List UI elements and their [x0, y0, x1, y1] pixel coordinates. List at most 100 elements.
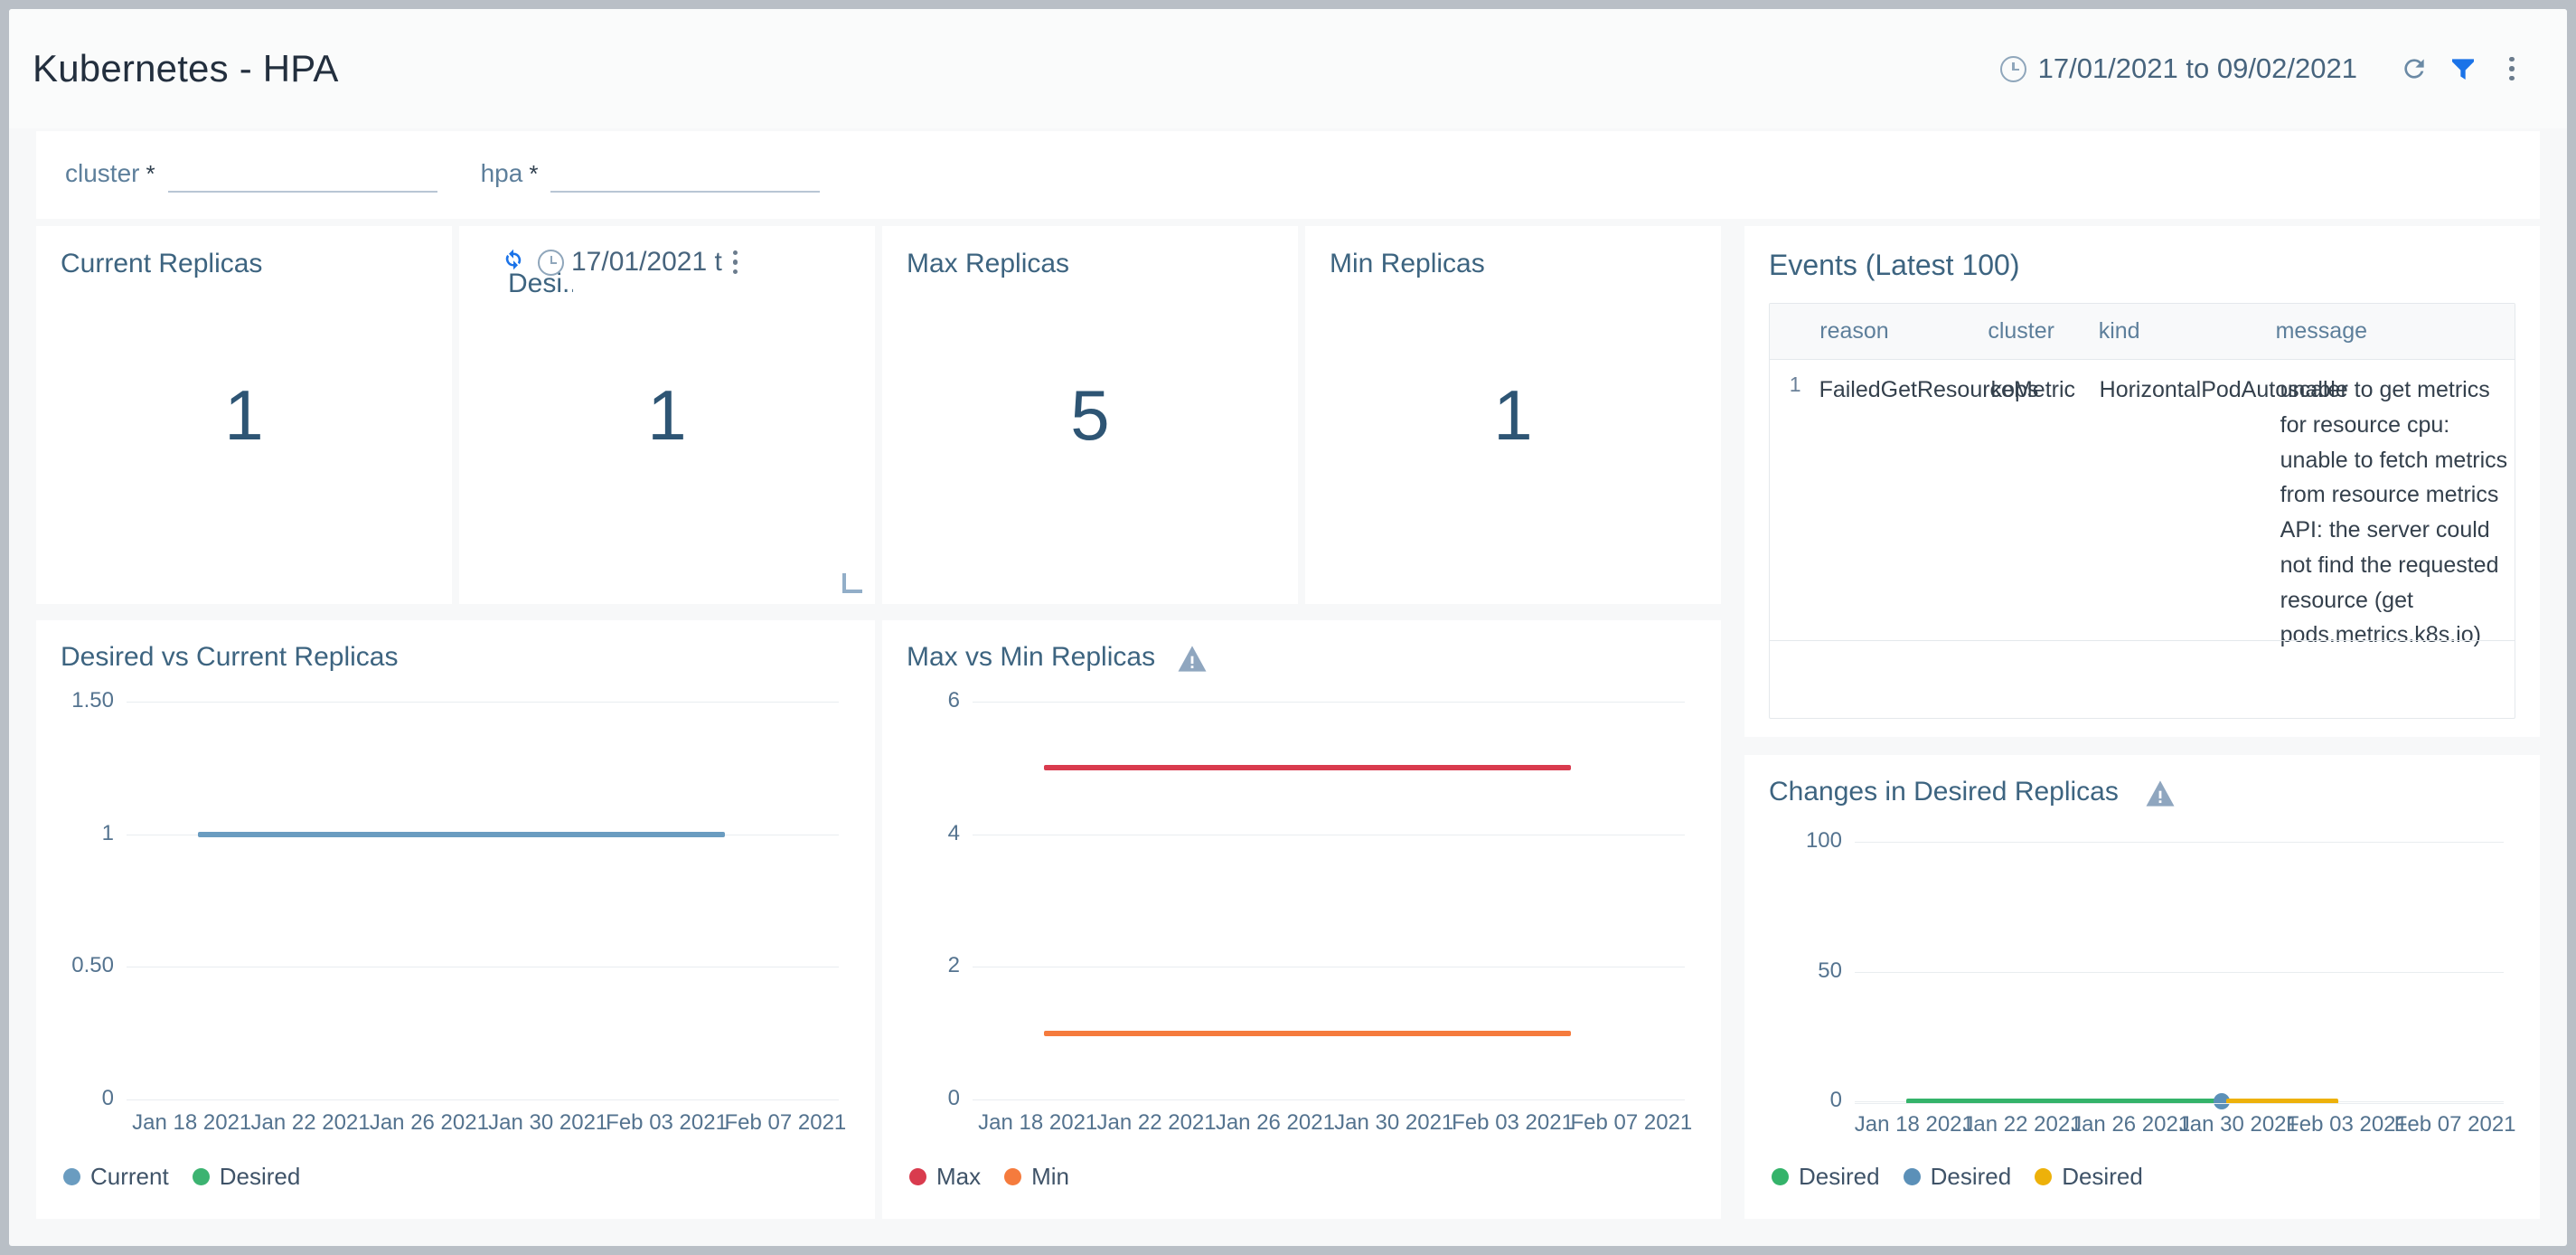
series-line-current-0 [197, 831, 725, 837]
y-axis-tick-label: 1 [101, 820, 114, 845]
dashboard-header: Kubernetes - HPA 17/01/2021 to 09/02/202… [9, 9, 2567, 128]
stat-card-min-replicas[interactable]: Min Replicas 1 [1305, 226, 1721, 604]
legend-label: Max [936, 1163, 982, 1190]
table-row-divider [1770, 640, 2515, 641]
stat-value: 1 [647, 374, 687, 455]
y-gridline [973, 702, 1685, 703]
y-gridline [127, 1099, 839, 1100]
y-gridline [127, 702, 839, 703]
legend-label: Desired [219, 1163, 301, 1190]
filter-button[interactable] [2439, 44, 2487, 93]
header-actions: 17/01/2021 to 09/02/2021 [1999, 44, 2536, 93]
dashboard-root: Kubernetes - HPA 17/01/2021 to 09/02/202… [9, 9, 2567, 1246]
legend-color-dot [909, 1168, 926, 1185]
events-panel[interactable]: Events (Latest 100) reason cluster kind … [1744, 226, 2540, 737]
filter-cluster: cluster * [65, 157, 437, 193]
legend-color-dot [192, 1168, 210, 1185]
hpa-field-label: hpa [480, 159, 523, 187]
hpa-required-marker: * [529, 160, 539, 187]
x-axis-tick-label: Feb 07 2021 [1570, 1110, 1693, 1135]
series-line-min-1 [1043, 1030, 1571, 1036]
legend-label: Desired [1799, 1163, 1880, 1190]
y-gridline [1855, 842, 2504, 843]
cell-cluster: kops [1990, 377, 2039, 402]
y-axis-tick-label: 50 [1818, 958, 1842, 983]
chart-card-max-vs-min[interactable]: Max vs Min Replicas 0 2 4 6 Jan 18 2021 Jan 22… [882, 620, 1721, 1219]
legend-color-dot [63, 1168, 80, 1185]
page-title: Kubernetes - HPA [33, 47, 339, 90]
stat-card-desired-replicas[interactable]: Desi... 17/01/2021 t 1 [459, 226, 875, 604]
x-axis-tick-label: Feb 07 2021 [724, 1110, 847, 1135]
legend-item-desired-1[interactable]: Desired [1903, 1163, 2012, 1191]
legend-color-dot [1903, 1168, 1921, 1185]
y-axis-tick-label: 1.50 [71, 688, 114, 712]
column-header-message[interactable]: message [2276, 318, 2515, 344]
events-table: reason cluster kind message 1 FailedGetR… [1769, 303, 2515, 719]
column-header-kind[interactable]: kind [2099, 318, 2276, 344]
legend-label: Current [90, 1163, 169, 1190]
legend-label: Min [1031, 1163, 1070, 1190]
refresh-icon [2404, 59, 2424, 79]
y-axis-tick-label: 100 [1805, 828, 1842, 853]
date-range-label: 17/01/2021 to 09/02/2021 [2037, 52, 2357, 84]
kebab-menu-icon [2509, 56, 2515, 81]
legend-label: Desired [1930, 1163, 2012, 1190]
legend-label: Desired [2062, 1163, 2143, 1190]
y-gridline [973, 1099, 1685, 1100]
events-table-header: reason cluster kind message [1770, 304, 2515, 360]
warning-icon [1178, 646, 1207, 672]
chart-title: Changes in Desired Replicas [1769, 777, 2119, 807]
chart-warning-icon[interactable] [1177, 645, 1208, 672]
filter-icon [2452, 59, 2474, 80]
refresh-button[interactable] [2390, 44, 2439, 93]
legend-item-desired-2[interactable]: Desired [2035, 1163, 2143, 1191]
legend-item-current-0[interactable]: Current [63, 1163, 169, 1191]
cell-kind: HorizontalPodAutoscaler [2099, 377, 2348, 402]
x-axis-line [1855, 1103, 2504, 1104]
cell-message: unable to get metrics for resource cpu: … [2280, 377, 2508, 648]
chart-legend: Max Min [909, 1163, 1069, 1191]
chart-title: Max vs Min Replicas [907, 642, 1156, 672]
chart-title: Desired vs Current Replicas [61, 642, 399, 672]
hpa-input[interactable] [550, 157, 821, 193]
y-axis-tick-label: 4 [947, 820, 960, 845]
date-range-picker[interactable]: 17/01/2021 to 09/02/2021 [1999, 52, 2357, 85]
stat-card-current-replicas[interactable]: Current Replicas 1 [36, 226, 452, 604]
y-axis-tick-label: 2 [947, 953, 960, 978]
y-axis-tick-label: 0.50 [71, 953, 114, 978]
legend-color-dot [2035, 1168, 2053, 1185]
y-axis-tick-label: 0 [1829, 1088, 1842, 1112]
y-axis-tick-label: 0 [101, 1086, 114, 1110]
clock-icon [1999, 55, 2026, 82]
chart-card-changes-in-desired[interactable]: Changes in Desired Replicas 0 50 100 Jan 18 … [1744, 755, 2540, 1219]
cluster-field-label: cluster [65, 159, 140, 187]
y-axis-tick-label: 0 [947, 1086, 960, 1110]
legend-color-dot [1004, 1168, 1022, 1185]
stat-value: 1 [1493, 374, 1533, 455]
chart-legend: Desired Desired Desired [1772, 1163, 2143, 1191]
table-row[interactable]: 1 FailedGetResourceMetric kops Horizonta… [1770, 360, 2515, 653]
stat-card-max-replicas[interactable]: Max Replicas 5 [882, 226, 1298, 604]
chart-warning-icon[interactable] [2145, 779, 2176, 807]
cluster-required-marker: * [146, 160, 155, 187]
stat-value: 5 [1070, 374, 1110, 455]
cell-reason: FailedGetResourceMetric [1819, 377, 2076, 402]
legend-item-desired-0[interactable]: Desired [1772, 1163, 1880, 1191]
more-options-button[interactable] [2487, 44, 2536, 93]
x-axis-tick-label: Feb 07 2021 [2393, 1112, 2516, 1137]
y-axis-tick-label: 6 [947, 688, 960, 712]
cluster-input[interactable] [167, 157, 437, 193]
events-title: Events (Latest 100) [1769, 249, 2020, 281]
chart-legend: Current Desired [63, 1163, 300, 1191]
row-index: 1 [1789, 373, 1801, 396]
legend-item-desired-1[interactable]: Desired [192, 1163, 301, 1191]
column-header-reason[interactable]: reason [1810, 318, 1988, 344]
filter-bar: cluster * hpa * [36, 131, 2540, 219]
warning-icon [2146, 780, 2175, 807]
chart-card-desired-vs-current[interactable]: Desired vs Current Replicas 0 0.50 1 1.50 Jan… [36, 620, 875, 1219]
legend-item-max-0[interactable]: Max [909, 1163, 981, 1191]
column-header-cluster[interactable]: cluster [1988, 318, 2098, 344]
stat-value: 1 [224, 374, 264, 455]
card-resize-handle[interactable] [842, 573, 862, 593]
legend-item-min-1[interactable]: Min [1004, 1163, 1069, 1191]
